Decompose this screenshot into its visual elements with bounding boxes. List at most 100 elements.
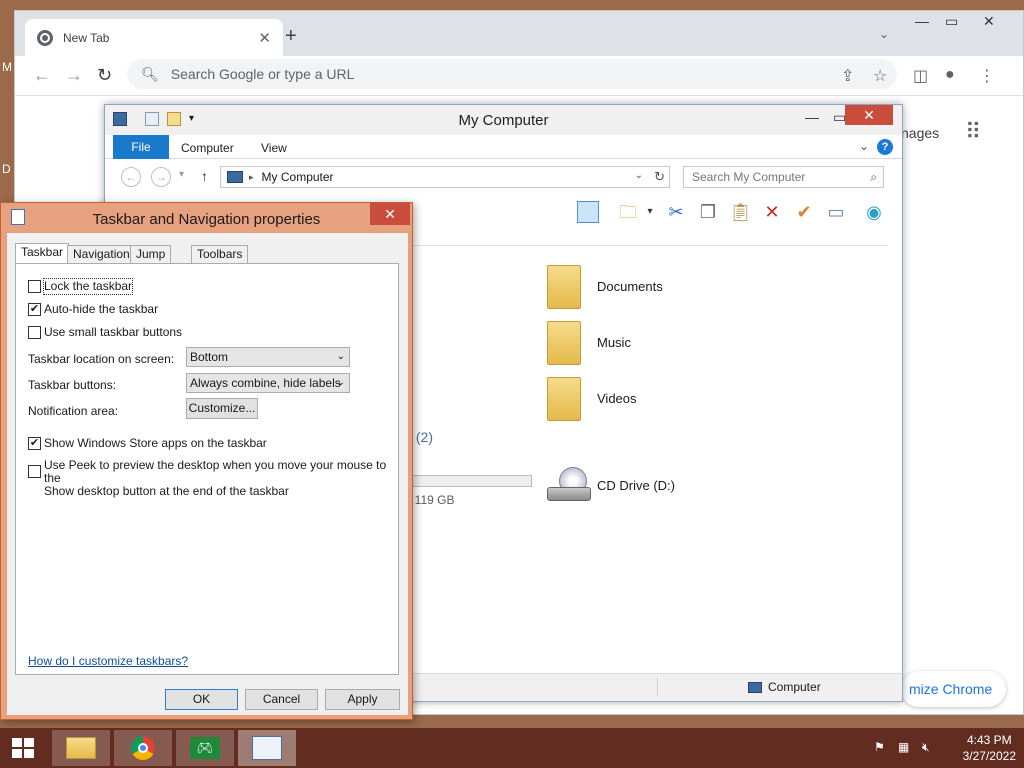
tab-toolbars[interactable]: Toolbars: [191, 245, 249, 263]
peek-checkbox[interactable]: Use Peek to preview the desktop when you…: [28, 459, 398, 498]
lock-taskbar-checkbox[interactable]: Lock the taskbar: [28, 278, 134, 295]
desktop-icon-label-fragment: M: [2, 60, 12, 74]
chevron-down-icon: ⌄: [336, 351, 345, 362]
checkbox-label: Show Windows Store apps on the taskbar: [44, 436, 267, 450]
file-explorer-icon: [66, 737, 96, 759]
rename-icon[interactable]: ▭: [825, 201, 847, 223]
customize-chrome-button[interactable]: mize Chrome: [901, 671, 1007, 707]
recent-locations-icon[interactable]: ▾: [179, 169, 184, 180]
ok-button[interactable]: OK: [165, 689, 238, 710]
minimize-icon[interactable]: —: [805, 109, 819, 125]
folder-label: Videos: [597, 391, 637, 406]
side-panel-icon[interactable]: ◫: [913, 66, 928, 86]
ribbon-tab-computer[interactable]: Computer: [181, 141, 234, 155]
menu-icon[interactable]: ⋮: [979, 66, 995, 86]
omnibox[interactable]: 🔍︎ Search Google or type a URL: [127, 59, 897, 89]
dialog-title-bar[interactable]: Taskbar and Navigation properties ✕: [1, 203, 412, 233]
delete-icon[interactable]: ✕: [761, 201, 783, 223]
copy-icon[interactable]: ❐: [697, 201, 719, 223]
bookmark-star-icon[interactable]: ☆: [873, 66, 887, 86]
chevron-down-icon[interactable]: ⌄: [635, 170, 643, 181]
auto-hide-checkbox[interactable]: ✔ Auto-hide the taskbar: [28, 302, 158, 317]
explorer-search-input[interactable]: Search My Computer ⌕: [683, 166, 884, 188]
apps-grid-icon[interactable]: ⠿: [965, 119, 981, 145]
profile-icon[interactable]: ●: [945, 66, 955, 84]
ntp-images-link[interactable]: nages: [901, 125, 939, 141]
close-icon[interactable]: ✕: [845, 105, 893, 125]
cancel-button[interactable]: Cancel: [245, 689, 318, 710]
checkbox-box[interactable]: ✔: [28, 303, 41, 316]
tab-taskbar[interactable]: Taskbar: [15, 243, 70, 264]
address-text: My Computer: [261, 170, 334, 184]
back-icon[interactable]: ←: [121, 167, 141, 187]
check-icon[interactable]: ✔: [793, 201, 815, 223]
back-icon[interactable]: ←: [33, 65, 51, 86]
apply-button[interactable]: Apply: [325, 689, 400, 710]
paste-icon[interactable]: 📋︎: [729, 201, 752, 223]
taskbar-app-chrome[interactable]: [114, 730, 172, 766]
reload-icon[interactable]: ↻: [97, 65, 112, 86]
volume-muted-icon[interactable]: 🔇︎: [922, 740, 930, 755]
checkbox-label: Use small taskbar buttons: [44, 325, 183, 339]
desktop-icon-label-fragment: D: [2, 162, 11, 176]
checkbox-box[interactable]: [28, 465, 41, 478]
customize-button[interactable]: Customize...: [186, 398, 258, 419]
help-icon[interactable]: ?: [877, 139, 893, 155]
checkbox-box[interactable]: [28, 326, 41, 339]
dialog-body: Taskbar Navigation Jump Lists Toolbars L…: [7, 233, 408, 715]
taskbar-app-xbox[interactable]: 🎮︎: [176, 730, 234, 766]
disk-usage-bar: [408, 475, 532, 487]
folder-label: Documents: [597, 279, 663, 294]
dialog-title: Taskbar and Navigation properties: [92, 211, 321, 228]
taskbar-app-taskbar-properties[interactable]: [238, 730, 296, 766]
forward-icon[interactable]: →: [151, 167, 171, 187]
windows-logo-icon[interactable]: [12, 738, 34, 758]
explorer-ribbon: File Computer View ⌄ ?: [105, 135, 902, 159]
taskbar-buttons-select[interactable]: Always combine, hide labels ⌄: [186, 373, 350, 393]
videos-folder-icon: [547, 377, 581, 421]
peek-label-line2: Show desktop button at the end of the ta…: [44, 484, 289, 498]
maximize-icon[interactable]: ▭: [945, 13, 958, 30]
small-buttons-checkbox[interactable]: Use small taskbar buttons: [28, 325, 182, 340]
tab-search-icon[interactable]: ⌄: [879, 27, 889, 41]
folder-options-icon[interactable]: 🗀: [617, 201, 639, 223]
checkbox-box[interactable]: [28, 280, 41, 293]
action-center-flag-icon[interactable]: ⚑: [874, 740, 885, 754]
close-icon[interactable]: ✕: [983, 13, 995, 30]
checkbox-box[interactable]: ✔: [28, 437, 41, 450]
store-apps-checkbox[interactable]: ✔ Show Windows Store apps on the taskbar: [28, 436, 267, 451]
taskbar-location-select[interactable]: Bottom ⌄: [186, 347, 350, 367]
chrome-tab-strip: New Tab ✕ + ⌄ — ▭ ✕: [15, 11, 1023, 56]
taskbar-clock[interactable]: 4:43 PM 3/27/2022: [963, 732, 1016, 764]
help-link[interactable]: How do I customize taskbars?: [28, 654, 188, 668]
forward-icon[interactable]: →: [65, 65, 83, 86]
preview-pane-icon[interactable]: [577, 201, 599, 223]
address-field[interactable]: ▸ My Computer ⌄ ↻: [220, 166, 670, 188]
checkbox-label: Use Peek to preview the desktop when you…: [44, 459, 398, 498]
tab-close-icon[interactable]: ✕: [258, 29, 271, 47]
taskbar-app-file-explorer[interactable]: [52, 730, 110, 766]
chevron-down-icon[interactable]: ▾: [639, 201, 661, 223]
explorer-address-bar: ← → ▾ ↑ ▸ My Computer ⌄ ↻ Search My Comp…: [105, 159, 902, 195]
close-icon[interactable]: ✕: [370, 203, 410, 225]
status-zone: Computer: [748, 680, 821, 694]
up-icon[interactable]: ↑: [201, 168, 208, 184]
favicon-icon: [37, 29, 53, 46]
chrome-tab-new-tab[interactable]: New Tab ✕: [25, 19, 283, 56]
share-icon[interactable]: ⇪: [841, 66, 854, 86]
tab-jump-lists[interactable]: Jump Lists: [130, 245, 172, 277]
ribbon-file-tab[interactable]: File: [113, 135, 169, 159]
tab-navigation[interactable]: Navigation: [67, 245, 136, 263]
network-icon[interactable]: ▦: [898, 740, 909, 754]
minimize-icon[interactable]: —: [915, 13, 929, 29]
cut-icon[interactable]: ✂: [665, 201, 687, 223]
new-tab-icon[interactable]: +: [285, 25, 297, 48]
explorer-title-bar[interactable]: ▾ My Computer — ▭ ✕: [105, 105, 902, 135]
chrome-tab-title: New Tab: [63, 30, 110, 45]
ribbon-tab-view[interactable]: View: [261, 141, 287, 155]
customize-chrome-label: mize Chrome: [909, 681, 993, 697]
ribbon-expand-icon[interactable]: ⌄: [859, 139, 869, 153]
xbox-icon: 🎮︎: [190, 737, 220, 759]
network-icon[interactable]: ◉: [863, 201, 885, 223]
refresh-icon[interactable]: ↻: [654, 169, 665, 185]
